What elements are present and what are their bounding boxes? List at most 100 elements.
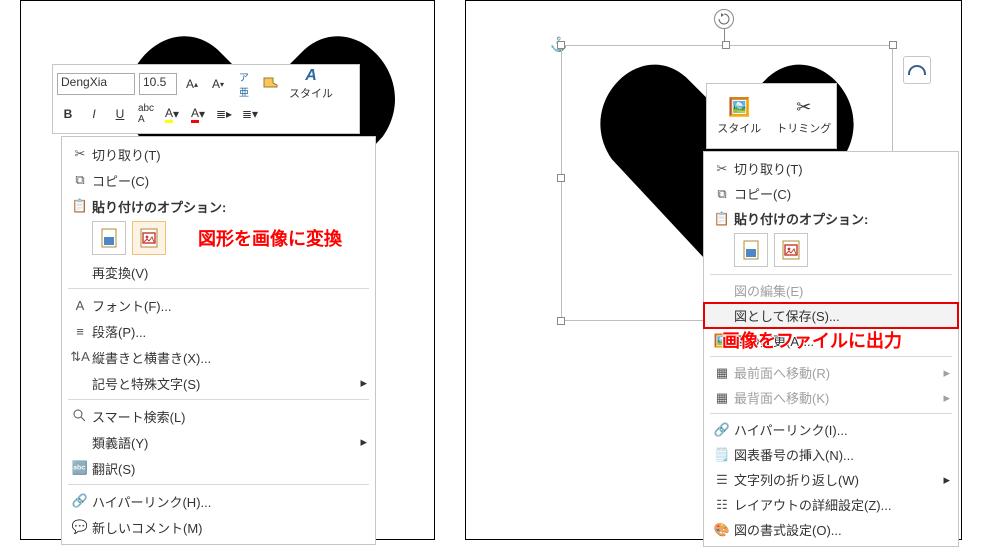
edit-picture-label: 図の編集(E) <box>734 281 950 300</box>
insert-caption-label: 図表番号の挿入(N)... <box>734 445 950 464</box>
copy-label: コピー(C) <box>734 184 950 203</box>
font-dialog-item[interactable]: A フォント(F)... <box>62 292 375 318</box>
submenu-chevron-icon: ▸ <box>943 365 950 381</box>
copy-item[interactable]: ⧉ コピー(C) <box>62 167 375 193</box>
crop-button[interactable]: ✂︎ トリミング <box>772 84 837 148</box>
link-icon: 🔗 <box>710 422 734 438</box>
format-picture-label: 図の書式設定(O)... <box>734 520 950 539</box>
font-name-input[interactable]: DengXia <box>57 73 135 95</box>
shrink-font-button[interactable]: A▾ <box>207 73 229 95</box>
bring-front-icon: ▦ <box>710 365 734 381</box>
callout-convert-shape: 図形を画像に変換 <box>198 225 342 251</box>
submenu-chevron-icon: ▸ <box>360 375 367 391</box>
layout-dialog-label: レイアウトの詳細設定(Z)... <box>734 495 950 514</box>
thesaurus-label: 類義語(Y) <box>92 433 360 452</box>
reconvert-label: 再変換(V) <box>92 263 367 282</box>
left-screenshot: DengXia 10.5 A▴ A▾ ア亜 A スタイル B I U abcA … <box>20 0 435 540</box>
cut-label: 切り取り(T) <box>92 145 367 164</box>
resize-handle[interactable] <box>557 317 565 325</box>
resize-handle[interactable] <box>557 41 565 49</box>
paste-icon: 📋 <box>68 198 92 214</box>
text-wrap-item[interactable]: ☰ 文字列の折り返し(W) ▸ <box>704 467 958 492</box>
picture-style-button[interactable]: 🖼️ スタイル <box>707 84 772 148</box>
layout-options-button[interactable] <box>903 56 931 84</box>
send-back-icon: ▦ <box>710 390 734 406</box>
paragraph-dialog-label: 段落(P)... <box>92 322 367 341</box>
cut-label: 切り取り(T) <box>734 159 950 178</box>
reconvert-item[interactable]: 再変換(V) <box>62 259 375 285</box>
paste-options-header: 📋 貼り付けのオプション: <box>62 193 375 219</box>
copy-icon: ⧉ <box>68 172 92 188</box>
bring-front-item: ▦ 最前面へ移動(R) ▸ <box>704 360 958 385</box>
hyperlink-item[interactable]: 🔗 ハイパーリンク(H)... <box>62 488 375 514</box>
thesaurus-item[interactable]: 類義語(Y) ▸ <box>62 429 375 455</box>
translate-item[interactable]: 🔤 翻訳(S) <box>62 455 375 481</box>
layout-icon: ☷ <box>710 497 734 513</box>
text-direction-icon: ⇅A <box>68 349 92 365</box>
resize-handle[interactable] <box>722 41 730 49</box>
cut-item[interactable]: ✂ 切り取り(T) <box>704 156 958 181</box>
bullets-button[interactable]: ≣▾ <box>239 103 261 125</box>
text-direction-item[interactable]: ⇅A 縦書きと横書き(X)... <box>62 344 375 370</box>
font-icon: A <box>68 298 92 313</box>
font-dialog-label: フォント(F)... <box>92 296 367 315</box>
callout-save-image: 画像をファイルに出力 <box>722 327 902 353</box>
edit-picture-item: 図の編集(E) <box>704 278 958 303</box>
smart-lookup-item[interactable]: スマート検索(L) <box>62 403 375 429</box>
text-context-menu: ✂ 切り取り(T) ⧉ コピー(C) 📋 貼り付けのオプション: 再変換(V) … <box>61 136 376 545</box>
hyperlink-label: ハイパーリンク(H)... <box>92 492 367 511</box>
paste-options-label: 貼り付けのオプション: <box>734 209 950 228</box>
submenu-chevron-icon: ▸ <box>943 390 950 406</box>
insert-caption-item[interactable]: 🗒️ 図表番号の挿入(N)... <box>704 442 958 467</box>
paste-options-header: 📋 貼り付けのオプション: <box>704 206 958 231</box>
search-icon <box>68 408 92 424</box>
ruby-button[interactable]: abcA <box>135 103 157 125</box>
wrap-icon: ☰ <box>710 472 734 488</box>
resize-handle[interactable] <box>889 41 897 49</box>
text-wrap-label: 文字列の折り返し(W) <box>734 470 943 489</box>
layout-dialog-item[interactable]: ☷ レイアウトの詳細設定(Z)... <box>704 492 958 517</box>
new-comment-item[interactable]: 💬 新しいコメント(M) <box>62 514 375 540</box>
bold-button[interactable]: B <box>57 103 79 125</box>
scissors-icon: ✂ <box>68 146 92 162</box>
font-color-button[interactable]: A▾ <box>187 103 209 125</box>
picture-style-label: スタイル <box>717 120 761 136</box>
symbol-item[interactable]: 記号と特殊文字(S) ▸ <box>62 370 375 396</box>
italic-button[interactable]: I <box>83 103 105 125</box>
underline-button[interactable]: U <box>109 103 131 125</box>
copy-item[interactable]: ⧉ コピー(C) <box>704 181 958 206</box>
paragraph-icon: ≡ <box>68 324 92 339</box>
indent-button[interactable]: ≣▸ <box>213 103 235 125</box>
phonetic-button[interactable]: ア亜 <box>233 73 255 95</box>
paste-as-picture-button[interactable] <box>774 233 808 267</box>
copy-icon: ⧉ <box>710 186 734 202</box>
save-as-picture-item[interactable]: 図として保存(S)... <box>704 303 958 328</box>
paste-options-label: 貼り付けのオプション: <box>92 197 367 216</box>
translate-label: 翻訳(S) <box>92 459 367 478</box>
crop-icon: ✂︎ <box>796 97 811 118</box>
cut-item[interactable]: ✂ 切り取り(T) <box>62 141 375 167</box>
new-comment-label: 新しいコメント(M) <box>92 518 367 537</box>
highlight-button[interactable]: A▾ <box>161 103 183 125</box>
link-icon: 🔗 <box>68 493 92 509</box>
rotate-handle[interactable] <box>714 9 734 29</box>
right-screenshot: ⚓ 🖼️ スタイル ✂︎ トリミング ✂ 切り取り(T) ⧉ コピー <box>465 0 962 540</box>
text-direction-label: 縦書きと横書き(X)... <box>92 348 367 367</box>
styles-icon[interactable]: A <box>305 67 317 85</box>
comment-icon: 💬 <box>68 519 92 535</box>
picture-style-icon: 🖼️ <box>728 97 750 118</box>
paste-as-picture-button[interactable] <box>132 221 166 255</box>
picture-mini-toolbar: 🖼️ スタイル ✂︎ トリミング <box>706 83 837 149</box>
paste-keep-source-button[interactable] <box>92 221 126 255</box>
submenu-chevron-icon: ▸ <box>360 434 367 450</box>
smart-lookup-label: スマート検索(L) <box>92 407 367 426</box>
resize-handle[interactable] <box>557 174 565 182</box>
send-back-item: ▦ 最背面へ移動(K) ▸ <box>704 385 958 410</box>
font-size-input[interactable]: 10.5 <box>139 73 177 95</box>
paste-keep-source-button[interactable] <box>734 233 768 267</box>
format-painter-button[interactable] <box>259 73 281 95</box>
hyperlink-item[interactable]: 🔗 ハイパーリンク(I)... <box>704 417 958 442</box>
grow-font-button[interactable]: A▴ <box>181 73 203 95</box>
format-picture-item[interactable]: 🎨 図の書式設定(O)... <box>704 517 958 542</box>
paragraph-dialog-item[interactable]: ≡ 段落(P)... <box>62 318 375 344</box>
